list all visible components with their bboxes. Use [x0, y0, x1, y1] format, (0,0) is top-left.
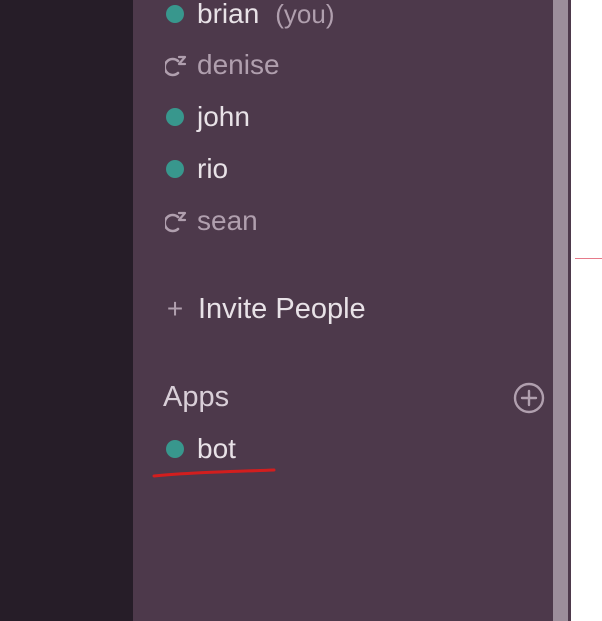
- presence-dot-icon: [166, 440, 184, 458]
- away-status-icon: [163, 207, 189, 235]
- presence-dot-icon: [166, 5, 184, 23]
- annotation-underline: [150, 458, 280, 482]
- dm-item-brian[interactable]: brian (you): [163, 0, 335, 34]
- dm-item-sean[interactable]: sean: [163, 201, 258, 241]
- message-pane: [571, 0, 602, 621]
- dm-item-rio[interactable]: rio: [163, 149, 228, 189]
- dm-item-label: denise: [197, 49, 280, 80]
- apps-section-header[interactable]: Apps: [163, 377, 229, 417]
- away-status-icon: [163, 51, 189, 79]
- plus-circle-icon[interactable]: [513, 382, 545, 414]
- dm-item-denise[interactable]: denise: [163, 45, 280, 85]
- presence-dot-icon: [166, 160, 184, 178]
- new-messages-divider: [575, 258, 602, 259]
- invite-people-button[interactable]: + Invite People: [163, 289, 366, 329]
- invite-people-label: Invite People: [198, 292, 366, 325]
- sidebar-scrollbar[interactable]: [553, 0, 568, 621]
- dm-item-label: john: [197, 101, 250, 132]
- dm-item-label: brian: [197, 0, 260, 29]
- team-switcher-rail: [0, 0, 133, 621]
- dm-item-label: sean: [197, 205, 258, 236]
- you-tag: (you): [275, 0, 335, 29]
- dm-item-john[interactable]: john: [163, 97, 250, 137]
- presence-dot-icon: [166, 108, 184, 126]
- dm-item-label: rio: [197, 153, 229, 184]
- plus-icon: +: [166, 293, 184, 324]
- apps-header-label: Apps: [163, 380, 230, 413]
